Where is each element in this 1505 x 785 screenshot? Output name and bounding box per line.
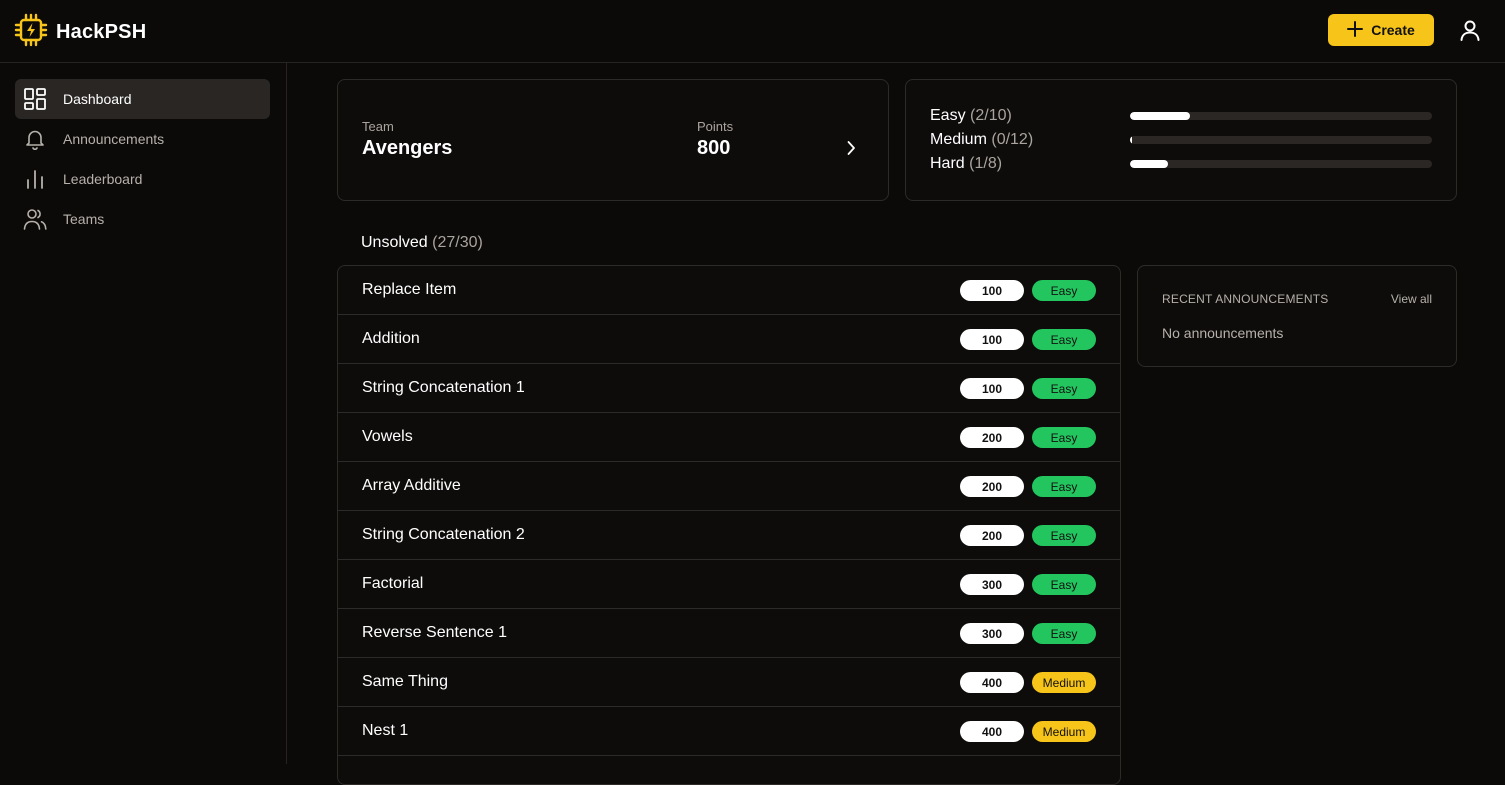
team-info: Team Avengers <box>362 119 452 160</box>
progress-fill <box>1130 112 1191 120</box>
chip-logo-icon <box>14 13 48 52</box>
sidebar-item-label: Leaderboard <box>63 171 143 187</box>
table-row[interactable]: String Concatenation 2 200 Easy <box>338 511 1120 560</box>
create-label: Create <box>1371 22 1415 38</box>
difficulty-badge: Easy <box>1032 574 1096 595</box>
no-announcements-text: No announcements <box>1162 325 1284 341</box>
difficulty-badge: Easy <box>1032 329 1096 350</box>
difficulty-badge: Easy <box>1032 525 1096 546</box>
bell-icon <box>23 127 47 151</box>
dashboard-icon <box>23 87 47 111</box>
table-row[interactable]: Same Thing 400 Medium <box>338 658 1120 707</box>
table-row[interactable]: Vowels 200 Easy <box>338 413 1120 462</box>
table-row[interactable]: Addition 100 Easy <box>338 315 1120 364</box>
progress-label: Medium (0/12) <box>930 131 1034 148</box>
problem-name: Nest 1 <box>362 722 409 739</box>
chevron-right-icon[interactable] <box>843 140 859 156</box>
progress-row-medium: Medium (0/12) <box>930 130 1432 150</box>
sidebar-item-label: Dashboard <box>63 91 132 107</box>
problem-name: Vowels <box>362 428 413 445</box>
create-button[interactable]: Create <box>1328 14 1434 46</box>
progress-label: Easy (2/10) <box>930 107 1012 124</box>
brand[interactable]: HackPSH <box>14 13 146 52</box>
difficulty-badge: Medium <box>1032 721 1096 742</box>
points-value: 800 <box>697 137 731 159</box>
table-row[interactable]: Factorial 300 Easy <box>338 560 1120 609</box>
problem-name: Array Additive <box>362 477 461 494</box>
sidebar-item-dashboard[interactable]: Dashboard <box>15 79 270 119</box>
points-badge: 300 <box>960 623 1024 644</box>
problem-name: String Concatenation 1 <box>362 379 525 396</box>
problem-name: String Concatenation 2 <box>362 526 525 543</box>
difficulty-badge: Medium <box>1032 672 1096 693</box>
points-badge: 100 <box>960 329 1024 350</box>
problem-name: Addition <box>362 330 420 347</box>
progress-bar <box>1130 136 1432 144</box>
problem-name: Same Thing <box>362 673 448 690</box>
points-badge: 200 <box>960 525 1024 546</box>
bar-chart-icon <box>23 167 47 191</box>
problem-list: Replace Item 100 Easy Addition 100 Easy String… <box>337 265 1121 785</box>
plus-icon <box>1347 20 1364 40</box>
sidebar: Dashboard Announcements Leaderboard Team… <box>0 63 287 764</box>
points-badge: 100 <box>960 378 1024 399</box>
difficulty-badge: Easy <box>1032 623 1096 644</box>
sidebar-item-leaderboard[interactable]: Leaderboard <box>15 159 270 199</box>
sidebar-item-teams[interactable]: Teams <box>15 199 270 239</box>
difficulty-badge: Easy <box>1032 280 1096 301</box>
team-label: Team <box>362 119 394 134</box>
announcements-title: RECENT ANNOUNCEMENTS <box>1162 292 1329 306</box>
progress-row-hard: Hard (1/8) <box>930 154 1432 174</box>
progress-bar <box>1130 112 1432 120</box>
sidebar-item-label: Teams <box>63 211 105 227</box>
table-row[interactable]: Reverse Sentence 1 300 Easy <box>338 609 1120 658</box>
points-badge: 200 <box>960 476 1024 497</box>
team-name: Avengers <box>362 137 453 159</box>
points-badge: 300 <box>960 574 1024 595</box>
progress-fill <box>1130 136 1132 144</box>
progress-fill <box>1130 160 1168 168</box>
brand-name: HackPSH <box>56 21 147 43</box>
progress-label: Hard (1/8) <box>930 155 1003 172</box>
problem-name: Reverse Sentence 1 <box>362 624 507 641</box>
sidebar-item-announcements[interactable]: Announcements <box>15 119 270 159</box>
users-icon <box>23 207 47 231</box>
progress-bar <box>1130 160 1432 168</box>
difficulty-badge: Easy <box>1032 427 1096 448</box>
difficulty-badge: Easy <box>1032 476 1096 497</box>
table-row[interactable]: Nest 1 400 Medium <box>338 707 1120 756</box>
problem-name: Factorial <box>362 575 424 592</box>
view-all-link[interactable]: View all <box>1391 292 1432 306</box>
user-icon[interactable] <box>1458 18 1482 42</box>
points-badge: 400 <box>960 672 1024 693</box>
recent-announcements-card: RECENT ANNOUNCEMENTS View all No announc… <box>1137 265 1457 367</box>
table-row[interactable]: Replace Item 100 Easy <box>338 266 1120 315</box>
points-badge: 100 <box>960 280 1024 301</box>
sidebar-item-label: Announcements <box>63 131 165 147</box>
problem-name: Replace Item <box>362 281 457 298</box>
difficulty-progress-card: Easy (2/10) Medium (0/12) Hard (1/8) <box>905 79 1457 201</box>
points-info: Points 800 <box>697 119 733 160</box>
team-card[interactable]: Team Avengers Points 800 <box>337 79 889 201</box>
difficulty-badge: Easy <box>1032 378 1096 399</box>
top-bar: HackPSH Create <box>0 0 1505 63</box>
points-label: Points <box>697 119 734 134</box>
progress-row-easy: Easy (2/10) <box>930 106 1432 126</box>
table-row[interactable]: Array Additive 200 Easy <box>338 462 1120 511</box>
points-badge: 400 <box>960 721 1024 742</box>
table-row[interactable]: String Concatenation 1 100 Easy <box>338 364 1120 413</box>
unsolved-heading: Unsolved (27/30) <box>361 234 483 251</box>
points-badge: 200 <box>960 427 1024 448</box>
